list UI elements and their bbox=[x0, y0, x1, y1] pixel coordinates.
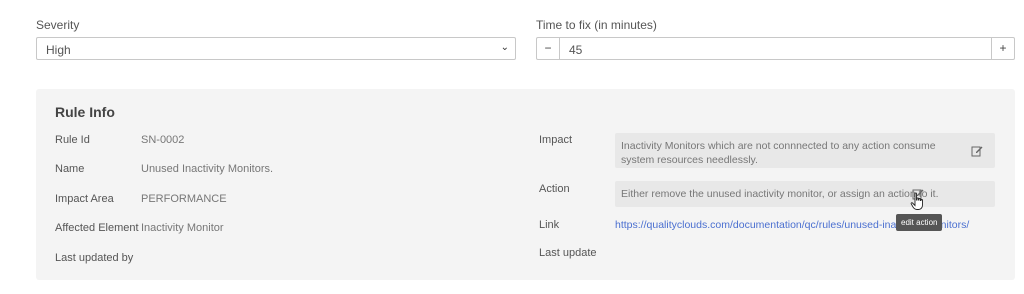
action-box: Either remove the unused inactivity moni… bbox=[615, 181, 995, 207]
impact-area-value: PERFORMANCE bbox=[141, 193, 227, 205]
edit-icon[interactable] bbox=[971, 145, 983, 157]
action-label: Action bbox=[539, 183, 570, 195]
time-to-fix-stepper[interactable]: − 45 + bbox=[536, 37, 1015, 60]
name-value: Unused Inactivity Monitors. bbox=[141, 163, 274, 175]
rule-id-label: Rule Id bbox=[55, 134, 90, 146]
name-label: Name bbox=[55, 163, 85, 175]
edit-action-tooltip: edit action bbox=[896, 214, 943, 231]
last-updated-by-label: Last updated by bbox=[55, 252, 134, 264]
severity-value: High bbox=[46, 43, 71, 57]
severity-select[interactable]: High ⌄ bbox=[36, 37, 516, 60]
affected-element-value: Inactivity Monitor bbox=[141, 222, 224, 234]
chevron-down-icon: ⌄ bbox=[500, 42, 509, 53]
rule-id-value: SN-0002 bbox=[141, 134, 185, 146]
link-label: Link bbox=[539, 219, 560, 231]
impact-label: Impact bbox=[539, 134, 573, 146]
last-update-label: Last update bbox=[539, 247, 597, 259]
severity-label: Severity bbox=[36, 18, 80, 32]
hand-cursor-icon bbox=[910, 192, 923, 210]
increment-button[interactable]: + bbox=[991, 38, 1014, 59]
rule-info-title: Rule Info bbox=[55, 104, 115, 120]
decrement-button[interactable]: − bbox=[537, 38, 560, 59]
time-to-fix-label: Time to fix (in minutes) bbox=[536, 18, 657, 32]
action-value: Either remove the unused inactivity moni… bbox=[621, 188, 939, 200]
impact-box: Inactivity Monitors which are not connne… bbox=[615, 133, 995, 168]
impact-value: Inactivity Monitors which are not connne… bbox=[621, 140, 936, 166]
affected-element-label: Affected Element bbox=[55, 222, 139, 234]
impact-area-label: Impact Area bbox=[55, 193, 114, 205]
time-to-fix-input[interactable]: 45 bbox=[569, 43, 582, 57]
